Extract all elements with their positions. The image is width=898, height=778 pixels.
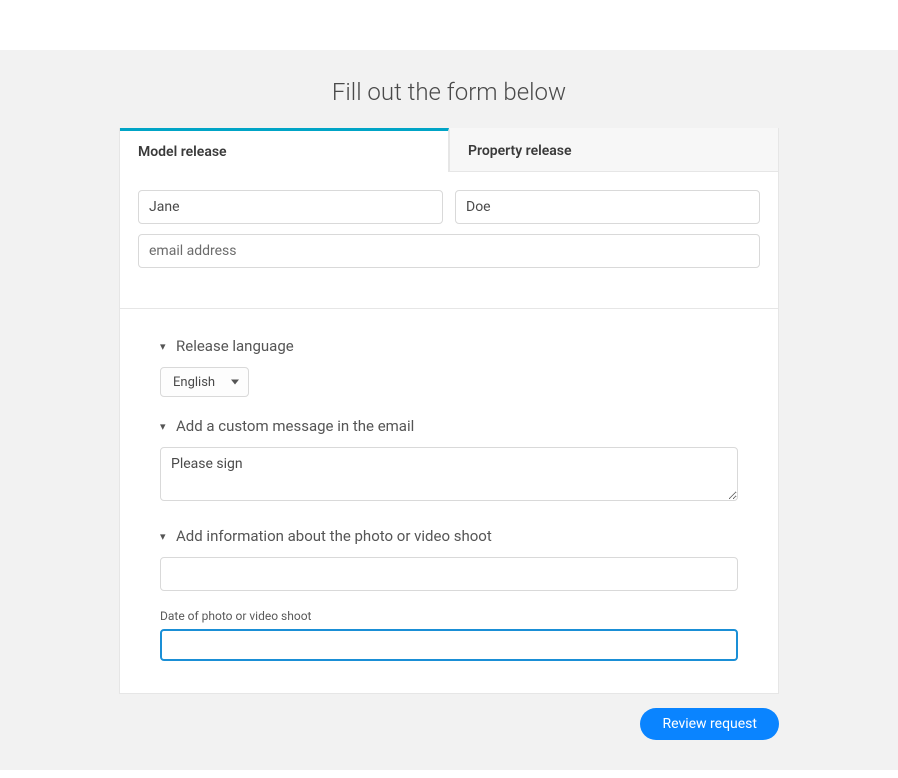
tab-property-release-label: Property release [468,143,572,159]
collapsible-sections: ▾ Release language English ▾ Add a custo… [138,309,760,693]
page-title: Fill out the form below [0,50,898,128]
tab-model-release[interactable]: Model release [120,128,449,172]
review-request-button[interactable]: Review request [640,708,779,740]
section-header-info[interactable]: ▾ Add information about the photo or vid… [160,527,738,545]
first-name-input[interactable] [138,190,443,224]
shoot-date-input[interactable] [160,629,738,661]
tabs: Model release Property release [120,128,778,172]
date-label: Date of photo or video shoot [160,609,738,623]
section-title-info: Add information about the photo or video… [176,527,492,545]
section-header-language[interactable]: ▾ Release language [160,337,738,355]
language-select[interactable]: English [160,367,249,397]
footer-actions: Review request [119,708,779,740]
custom-message-textarea[interactable] [160,447,738,501]
section-header-message[interactable]: ▾ Add a custom message in the email [160,417,738,435]
email-input[interactable] [138,234,760,268]
form-body: ▾ Release language English ▾ Add a custo… [120,172,778,693]
shoot-info-input[interactable] [160,557,738,591]
tab-model-release-label: Model release [138,144,227,160]
section-title-message: Add a custom message in the email [176,417,414,435]
tab-property-release[interactable]: Property release [449,128,778,172]
last-name-input[interactable] [455,190,760,224]
chevron-down-icon: ▾ [160,420,170,433]
chevron-down-icon: ▾ [160,530,170,543]
form-panel: Model release Property release ▾ Release… [119,128,779,694]
chevron-down-icon: ▾ [160,340,170,353]
section-title-language: Release language [176,337,294,355]
